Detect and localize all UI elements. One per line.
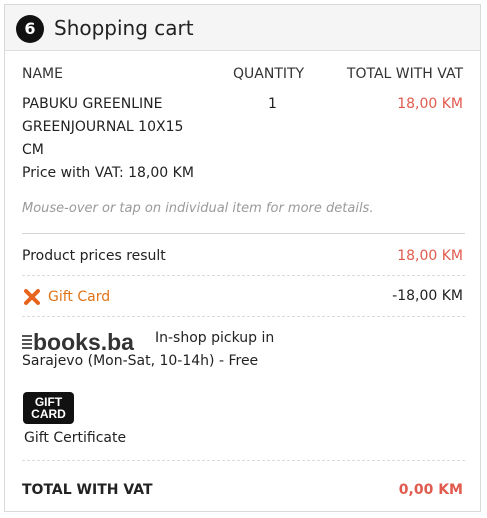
divider — [22, 233, 465, 234]
logo-bars-icon — [22, 335, 32, 351]
cart-item[interactable]: PABUKU GREENLINE GREENJOURNAL 10X15 CM P… — [22, 93, 222, 185]
cart-header: 6 Shopping cart — [5, 5, 480, 51]
item-total: 18,00 KM — [397, 96, 463, 112]
column-header-name: NAME — [22, 66, 63, 82]
gift-card-icon: GIFT CARD — [23, 392, 74, 424]
grand-total-label: TOTAL WITH VAT — [22, 482, 153, 498]
column-header-total: TOTAL WITH VAT — [346, 66, 463, 82]
divider — [22, 316, 465, 317]
gift-card-label[interactable]: Gift Card — [48, 286, 110, 309]
divider — [22, 460, 465, 461]
delivery-line: Sarajevo (Mon-Sat, 10-14h) - Free — [22, 353, 259, 369]
gift-card-value: -18,00 KM — [392, 288, 463, 304]
product-prices-value: 18,00 KM — [397, 248, 463, 264]
item-name-line: CM — [22, 142, 44, 158]
item-quantity: 1 — [268, 96, 277, 112]
cart-title: Shopping cart — [54, 16, 194, 40]
close-x-icon[interactable] — [22, 287, 42, 307]
hint-text: Mouse-over or tap on individual item for… — [22, 201, 374, 216]
item-price-with-vat: Price with VAT: 18,00 KM — [22, 165, 194, 181]
column-header-quantity: QUANTITY — [233, 66, 305, 82]
shopping-cart-panel: 6 Shopping cart NAME QUANTITY TOTAL WITH… — [4, 4, 481, 512]
item-name-line: PABUKU GREENLINE — [22, 96, 163, 112]
product-prices-label: Product prices result — [22, 248, 166, 264]
divider — [22, 275, 465, 276]
payment-method-label: Gift Certificate — [24, 430, 127, 446]
step-number-badge: 6 — [16, 15, 44, 43]
delivery-line: In-shop pickup in — [155, 330, 275, 346]
item-name-line: GREENJOURNAL 10X15 — [22, 119, 184, 135]
grand-total-value: 0,00 KM — [398, 482, 463, 498]
